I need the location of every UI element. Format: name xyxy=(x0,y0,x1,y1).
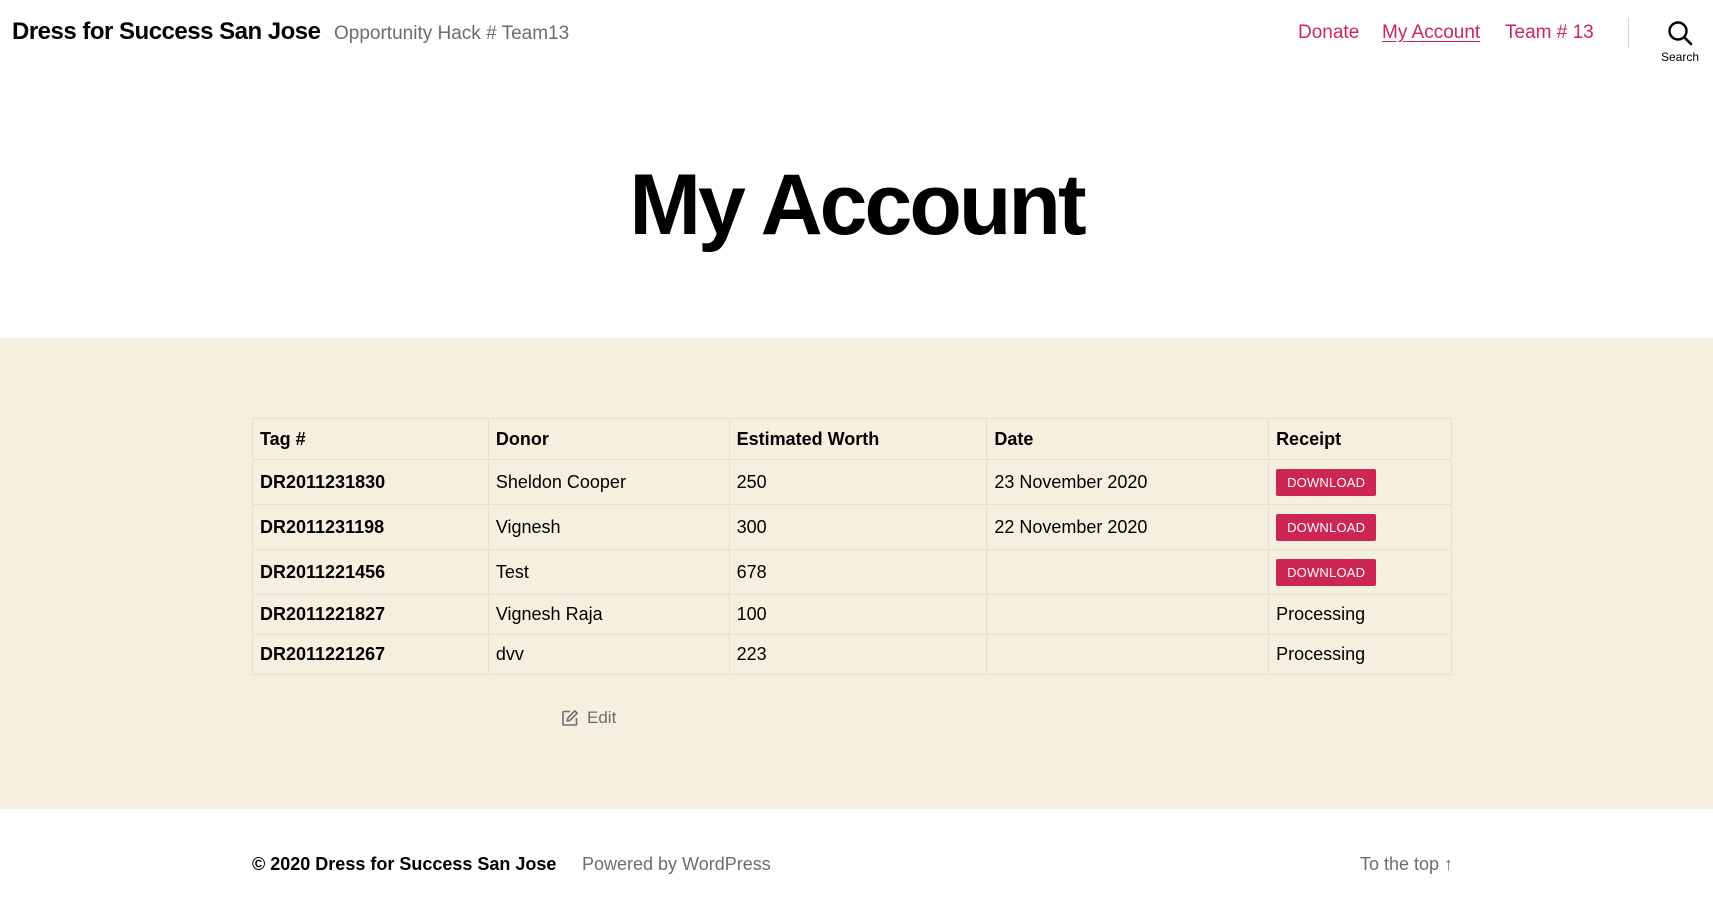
column-header-tag: Tag # xyxy=(252,418,489,460)
download-receipt-button[interactable]: DOWNLOAD xyxy=(1276,558,1377,586)
search-icon xyxy=(1668,21,1693,46)
edit-label: Edit xyxy=(587,708,617,727)
edit-icon xyxy=(562,710,578,726)
donor-cell: Test xyxy=(487,549,730,595)
footer-copyright[interactable]: © 2020 Dress for Success San Jose xyxy=(252,854,556,875)
page-content: Tag # Donor Estimated Worth Date Receipt… xyxy=(0,338,1713,809)
column-header-worth: Estimated Worth xyxy=(728,418,988,460)
tag-cell: DR2011221827 xyxy=(252,594,489,635)
receipt-status: Processing xyxy=(1268,594,1452,635)
search-label: Search xyxy=(1660,50,1700,64)
date-cell xyxy=(986,594,1270,635)
date-cell xyxy=(986,549,1270,595)
site-title-link[interactable]: Dress for Success San Jose xyxy=(12,18,321,46)
donations-table: Tag # Donor Estimated Worth Date Receipt… xyxy=(252,418,1452,675)
worth-cell: 100 xyxy=(728,594,988,635)
worth-cell: 300 xyxy=(728,504,988,550)
column-header-date: Date xyxy=(986,418,1270,460)
page-title: My Account xyxy=(629,157,1086,253)
download-receipt-button[interactable]: DOWNLOAD xyxy=(1276,468,1377,496)
donor-cell: Vignesh Raja xyxy=(487,594,730,635)
column-header-receipt: Receipt xyxy=(1268,418,1452,460)
worth-cell: 678 xyxy=(728,549,988,595)
nav-item-team-13[interactable]: Team # 13 xyxy=(1505,22,1594,44)
download-receipt-button[interactable]: DOWNLOAD xyxy=(1276,513,1377,541)
date-cell xyxy=(986,634,1270,675)
site-description: Opportunity Hack # Team13 xyxy=(334,23,570,44)
worth-cell: 223 xyxy=(728,634,988,675)
worth-cell: 250 xyxy=(728,459,988,505)
date-cell: 23 November 2020 xyxy=(986,459,1270,505)
tag-cell: DR2011231198 xyxy=(252,504,489,550)
receipt-cell: DOWNLOAD xyxy=(1268,459,1452,505)
table-row: DR2011221267 dvv 223 Processing xyxy=(252,634,1452,675)
site-header: Dress for Success San Jose Opportunity H… xyxy=(0,0,1713,80)
tag-cell: DR2011221267 xyxy=(252,634,489,675)
page-hero: My Account xyxy=(0,80,1713,338)
donor-cell: Sheldon Cooper xyxy=(487,459,730,505)
table-row: DR2011231198 Vignesh 300 22 November 202… xyxy=(252,504,1452,550)
tag-cell: DR2011231830 xyxy=(252,459,489,505)
nav-divider xyxy=(1628,18,1629,48)
table-row: DR2011221456 Test 678 DOWNLOAD xyxy=(252,549,1452,595)
receipt-cell: DOWNLOAD xyxy=(1268,504,1452,550)
search-button[interactable]: Search xyxy=(1652,18,1708,70)
nav-item-donate[interactable]: Donate xyxy=(1298,22,1359,44)
nav-item-my-account[interactable]: My Account xyxy=(1382,22,1480,44)
site-footer: © 2020 Dress for Success San Jose Powere… xyxy=(0,809,1713,897)
table-row: DR2011231830 Sheldon Cooper 250 23 Novem… xyxy=(252,459,1452,505)
donor-cell: dvv xyxy=(487,634,730,675)
donor-cell: Vignesh xyxy=(487,504,730,550)
date-cell: 22 November 2020 xyxy=(986,504,1270,550)
receipt-cell: DOWNLOAD xyxy=(1268,549,1452,595)
footer-powered-by[interactable]: Powered by WordPress xyxy=(582,854,771,875)
tag-cell: DR2011221456 xyxy=(252,549,489,595)
edit-link[interactable]: Edit xyxy=(561,708,616,728)
receipt-status: Processing xyxy=(1268,634,1452,675)
table-row: DR2011221827 Vignesh Raja 100 Processing xyxy=(252,594,1452,635)
column-header-donor: Donor xyxy=(487,418,730,460)
table-header-row: Tag # Donor Estimated Worth Date Receipt xyxy=(252,418,1452,460)
to-the-top-link[interactable]: To the top ↑ xyxy=(1360,854,1453,875)
